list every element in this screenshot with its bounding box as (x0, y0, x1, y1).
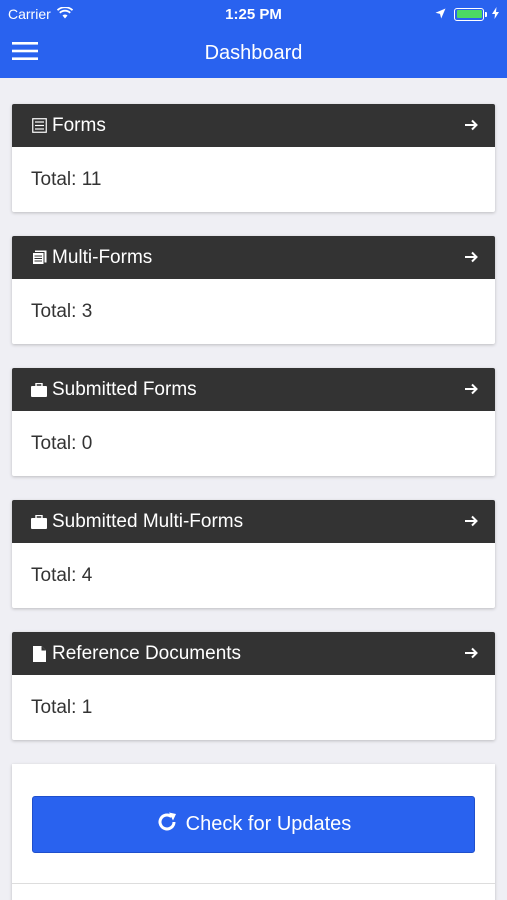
card-submitted-forms: Submitted Forms Total: 0 (12, 368, 495, 476)
dashboard-content: Forms Total: 11 Multi-Forms Total: 3 Sub… (0, 78, 507, 900)
briefcase-icon (31, 382, 47, 398)
arrow-right-icon[interactable] (465, 115, 479, 137)
card-total: Total: 4 (31, 564, 93, 586)
nav-bar: Dashboard (0, 28, 507, 78)
card-title: Submitted Multi-Forms (52, 510, 244, 532)
card-total: Total: 3 (31, 300, 93, 322)
carrier-label: Carrier (8, 6, 51, 22)
card-reference-documents: Reference Documents Total: 1 (12, 632, 495, 740)
card-title: Forms (52, 114, 106, 136)
card-header-submitted-multi-forms[interactable]: Submitted Multi-Forms (12, 500, 495, 543)
arrow-right-icon[interactable] (465, 511, 479, 533)
menu-button[interactable] (0, 28, 50, 78)
status-right (435, 6, 499, 22)
card-title: Reference Documents (52, 642, 242, 664)
charging-bolt-icon (492, 6, 499, 22)
divider (12, 883, 495, 884)
card-total: Total: 1 (31, 696, 93, 718)
card-total: Total: 11 (31, 168, 102, 190)
document-icon (31, 645, 47, 662)
briefcase-icon (31, 514, 47, 530)
status-left: Carrier (8, 6, 73, 22)
wifi-icon (56, 6, 73, 22)
status-bar: Carrier 1:25 PM (0, 0, 507, 28)
page-title: Dashboard (204, 41, 303, 64)
card-title: Submitted Forms (52, 378, 197, 400)
card-header-submitted-forms[interactable]: Submitted Forms (12, 368, 495, 411)
check-for-updates-button[interactable]: Check for Updates (32, 796, 475, 853)
card-submitted-multi-forms: Submitted Multi-Forms Total: 4 (12, 500, 495, 608)
card-header-reference-documents[interactable]: Reference Documents (12, 632, 495, 675)
hamburger-icon (12, 41, 38, 66)
arrow-right-icon[interactable] (465, 247, 479, 269)
card-header-multi-forms[interactable]: Multi-Forms (12, 236, 495, 279)
refresh-icon (156, 811, 178, 839)
battery-level (456, 10, 482, 18)
update-button-label: Check for Updates (185, 813, 352, 835)
list-icon (31, 118, 47, 134)
card-forms: Forms Total: 11 (12, 104, 495, 212)
card-multi-forms: Multi-Forms Total: 3 (12, 236, 495, 344)
card-header-forms[interactable]: Forms (12, 104, 495, 147)
card-total: Total: 0 (31, 432, 93, 454)
update-card: Check for Updates (12, 764, 495, 900)
card-title: Multi-Forms (52, 246, 153, 268)
arrow-right-icon[interactable] (465, 379, 479, 401)
status-time: 1:25 PM (225, 5, 282, 23)
location-arrow-icon (435, 6, 446, 22)
battery-icon (454, 7, 487, 21)
stacked-docs-icon (31, 250, 47, 266)
arrow-right-icon[interactable] (465, 643, 479, 665)
